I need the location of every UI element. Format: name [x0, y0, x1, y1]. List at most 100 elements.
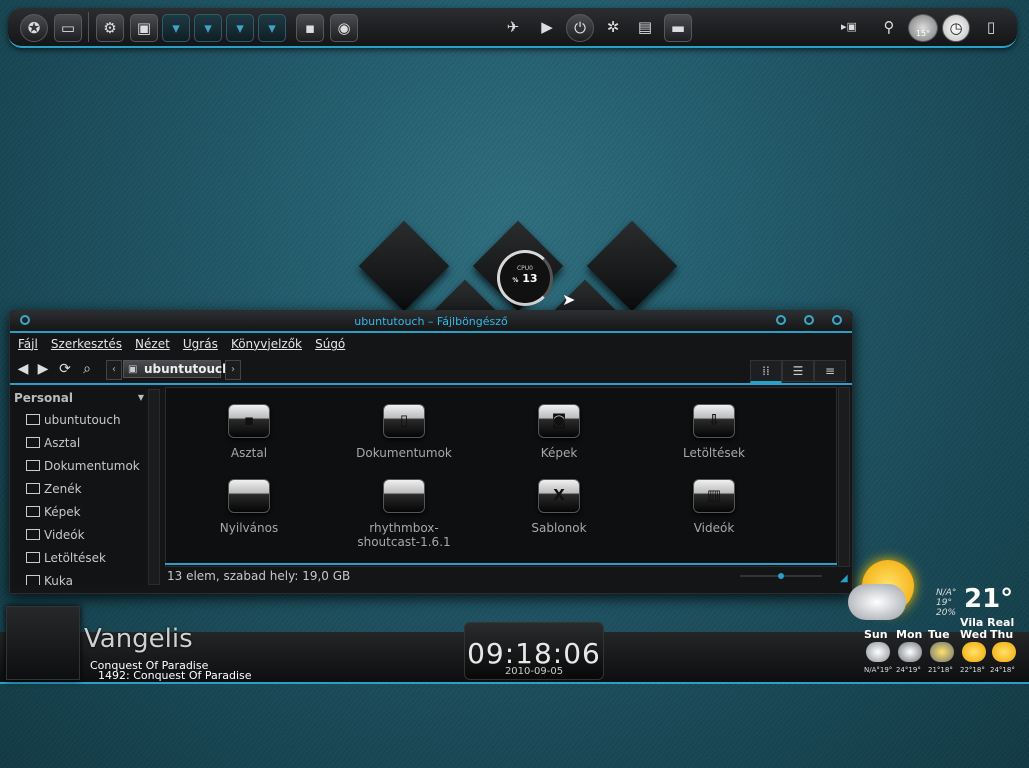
icon-view-button[interactable]: ⁞⁞ — [750, 360, 782, 383]
close-button[interactable] — [832, 315, 842, 325]
file-label: Sablonok — [531, 521, 587, 535]
album-cover — [6, 606, 80, 680]
systray-icons[interactable]: ▸▣ — [834, 14, 864, 40]
weather-humidity: 20% — [936, 608, 957, 618]
titlebar[interactable]: ubuntutouch – Fájlböngésző — [10, 311, 852, 331]
zoom-icon[interactable]: ⌕ — [78, 360, 96, 378]
file-item[interactable]: ▯ Dokumentumok — [339, 404, 469, 460]
sidebar-item-label: Zenék — [44, 482, 82, 496]
cpu-gauge: CPU0 % 13 — [497, 250, 553, 306]
network-icon[interactable]: ⚙ — [96, 14, 124, 42]
forecast-temps: N/A°19° — [864, 666, 893, 674]
power-icon[interactable]: ⏻ — [566, 14, 594, 42]
sidebar-item-videos[interactable]: Videók — [12, 524, 148, 547]
file-item[interactable]: rhythmbox-shoutcast-1.6.1 — [339, 479, 469, 549]
file-manager-window: ubuntutouch – Fájlböngésző Fájl Szerkesz… — [9, 310, 853, 594]
status-bar-text: 13 elem, szabad hely: 19,0 GB — [167, 569, 351, 583]
sidebar-heading-label: Personal — [14, 391, 73, 405]
document-icon: ▯ — [383, 404, 425, 438]
image-viewer-icon[interactable]: ▣ — [130, 14, 158, 42]
forecast-day: Mon — [896, 628, 923, 641]
sidebar-item-trash[interactable]: Kuka — [12, 570, 148, 585]
thunderbird-icon[interactable]: ✈ — [500, 14, 526, 40]
breadcrumb-left-arrow[interactable]: ‹ — [106, 360, 122, 380]
workspace-1-icon[interactable]: ▾ — [162, 14, 190, 42]
sidebar-item-label: Asztal — [44, 436, 81, 450]
template-icon: X — [538, 479, 580, 513]
film-icon — [26, 529, 40, 540]
notes-icon[interactable]: ▤ — [632, 14, 658, 40]
sidebar-item-pictures[interactable]: Képek — [12, 501, 148, 524]
file-label: Asztal — [230, 446, 268, 460]
toolbar: ◀ ▶ ⟳ ⌕ ‹ ▣ ubuntutouch › ⁞⁞ ☰ ≡ — [10, 357, 852, 383]
download-icon — [26, 552, 40, 563]
compact-view-button[interactable]: ≡ — [814, 360, 846, 382]
sidebar-item-label: ubuntutouch — [44, 413, 121, 427]
forward-icon[interactable]: ▶ — [34, 360, 52, 378]
sidebar-item-home[interactable]: ubuntutouch — [12, 409, 148, 432]
sidebar-heading[interactable]: Personal ▼ — [12, 389, 148, 409]
sun-icon — [992, 642, 1016, 662]
rss-icon[interactable]: ◉ — [330, 14, 358, 42]
workspace-3-icon[interactable]: ▾ — [226, 14, 254, 42]
file-item[interactable]: Nyilvános — [184, 479, 314, 535]
weather-na: N/A° — [936, 588, 957, 598]
camera-icon — [26, 506, 40, 517]
document-icon — [26, 460, 40, 471]
menu-file[interactable]: Fájl — [18, 337, 38, 351]
clock-widget: 09:18:06 2010-09-05 — [464, 622, 604, 680]
sidebar-item-desktop[interactable]: Asztal — [12, 432, 148, 455]
back-icon[interactable]: ◀ — [14, 360, 32, 378]
cpu-gauge-label: CPU0 — [516, 265, 534, 272]
sidebar-item-downloads[interactable]: Letöltések — [12, 547, 148, 570]
chevron-down-icon: ▼ — [137, 393, 144, 402]
download-icon: ⇩ — [693, 404, 735, 438]
file-item[interactable]: ◙ Képek — [494, 404, 624, 460]
workspace-4-icon[interactable]: ▾ — [258, 14, 286, 42]
breadcrumb-location[interactable]: ▣ ubuntutouch — [123, 360, 231, 378]
menu-bar: Fájl Szerkesztés Nézet Ugrás Könyvjelzők… — [10, 333, 852, 353]
file-item[interactable]: X Sablonok — [494, 479, 624, 535]
sidebar-item-music[interactable]: Zenék — [12, 478, 148, 501]
reload-icon[interactable]: ⟳ — [56, 360, 74, 378]
mixer-icon[interactable]: ⚲ — [876, 14, 902, 40]
artist-name: Vangelis — [84, 624, 193, 654]
places-sidebar: Personal ▼ ubuntutouch Asztal Dokumentum… — [12, 389, 148, 585]
maximize-button[interactable] — [804, 315, 814, 325]
logout-icon[interactable]: ▯ — [978, 14, 1004, 40]
file-item[interactable]: ⇩ Letöltések — [649, 404, 779, 460]
desktop-icon: ▪ — [228, 404, 270, 438]
menu-bookmarks[interactable]: Könyvjelzők — [231, 337, 302, 351]
workspace-2-icon[interactable]: ▾ — [194, 14, 222, 42]
list-view-button[interactable]: ☰ — [782, 360, 814, 382]
camera-icon: ◙ — [538, 404, 580, 438]
weather-widget: N/A° 19° 20% 21° Vila Real Sun Mon Tue W… — [846, 560, 1022, 682]
cloud-icon — [866, 642, 890, 662]
gimp-icon[interactable]: ✪ — [20, 14, 48, 42]
folder-icon — [383, 479, 425, 513]
minimize-button[interactable] — [776, 315, 786, 325]
drive-icon[interactable]: ▬ — [664, 14, 692, 42]
breadcrumb-right-arrow[interactable]: › — [225, 360, 241, 380]
terminal-icon[interactable]: ▪ — [296, 14, 324, 42]
cpu-gauge-percent: % — [512, 277, 519, 284]
ubuntu-icon[interactable]: ✲ — [600, 14, 626, 40]
toolbar-accent-line — [10, 383, 852, 385]
play-icon[interactable]: ▶ — [534, 14, 560, 40]
menu-go[interactable]: Ugrás — [183, 337, 218, 351]
zoom-slider[interactable] — [740, 573, 822, 579]
clock-icon[interactable]: ◷ — [942, 14, 970, 42]
sidebar-scrollbar[interactable] — [148, 389, 160, 585]
weather-temp: 21° — [964, 584, 1014, 614]
menu-edit[interactable]: Szerkesztés — [51, 337, 122, 351]
menu-view[interactable]: Nézet — [135, 337, 170, 351]
menu-help[interactable]: Súgó — [315, 337, 345, 351]
weather-applet-icon[interactable]: 15° — [908, 14, 938, 42]
window-icon[interactable]: ▭ — [54, 14, 82, 42]
file-view-scrollbar[interactable] — [838, 387, 850, 567]
zoom-slider-knob[interactable] — [778, 573, 784, 579]
file-label: rhythmbox-shoutcast-1.6.1 — [357, 521, 451, 549]
sidebar-item-documents[interactable]: Dokumentumok — [12, 455, 148, 478]
file-item[interactable]: ▥ Videók — [649, 479, 779, 535]
file-item[interactable]: ▪ Asztal — [184, 404, 314, 460]
